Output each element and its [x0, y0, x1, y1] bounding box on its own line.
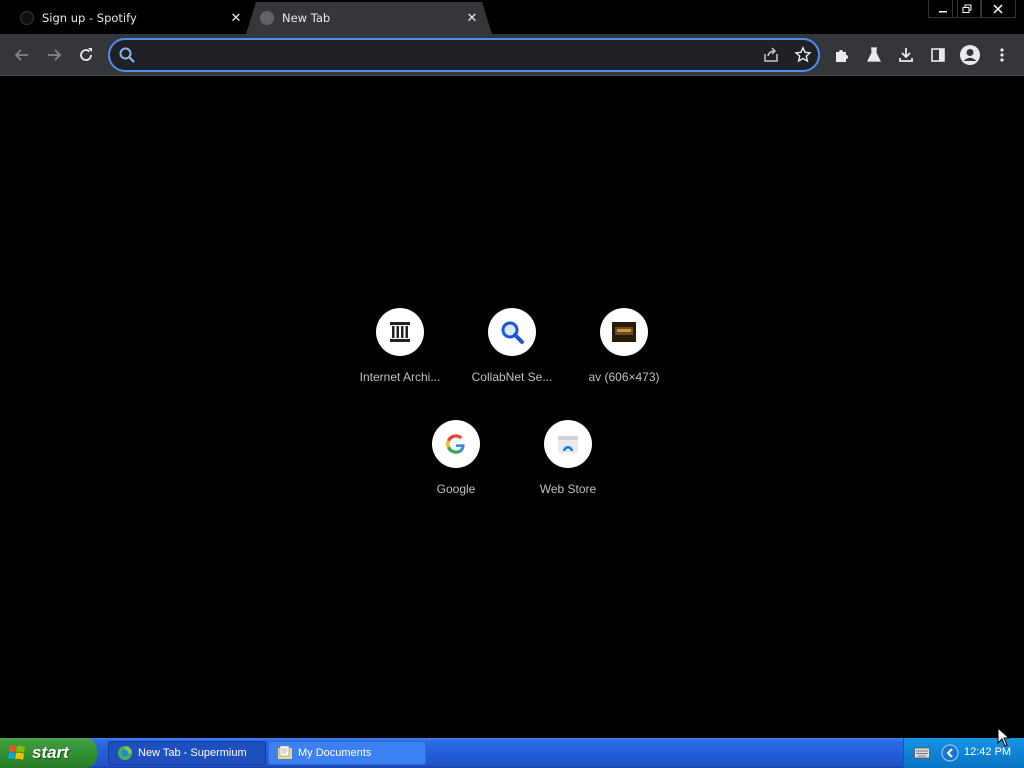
- mouse-cursor-icon: [997, 727, 1011, 747]
- tab-strip: Sign up - Spotify ✕ New Tab ✕: [0, 0, 1024, 34]
- minimize-icon: [939, 10, 947, 12]
- shortcut-label: Internet Archi...: [359, 370, 441, 384]
- downloads-button[interactable]: [894, 43, 918, 67]
- taskbar-item-label: New Tab - Supermium: [138, 747, 247, 759]
- reload-icon: [80, 48, 92, 61]
- arrow-left-icon: [14, 49, 28, 61]
- taskbar-item-my-documents[interactable]: My Documents: [268, 741, 426, 765]
- web-store-icon: [558, 436, 578, 454]
- restore-icon: [962, 4, 972, 13]
- tab-title: New Tab: [282, 11, 331, 25]
- shortcut-icon-container: [488, 308, 536, 356]
- shortcut-icon-container: [432, 420, 480, 468]
- download-icon: [899, 48, 913, 62]
- shortcut-google[interactable]: Google: [400, 414, 512, 514]
- profile-button[interactable]: [958, 43, 982, 67]
- windows-logo-icon: [8, 745, 25, 760]
- network-icon[interactable]: [941, 744, 959, 762]
- side-panel-icon: [931, 48, 945, 62]
- windows-taskbar: start New Tab - Supermium My Documents 1…: [0, 738, 1024, 768]
- shortcut-label: Web Store: [539, 482, 597, 496]
- clock: 12:42 PM: [964, 746, 1012, 758]
- omnibox[interactable]: [108, 38, 820, 72]
- back-button[interactable]: [10, 43, 34, 67]
- labs-button[interactable]: [862, 43, 886, 67]
- window-close-button[interactable]: [980, 0, 1016, 18]
- arrow-right-icon: [48, 49, 62, 61]
- avatar-icon: [960, 45, 980, 65]
- av-thumbnail-icon: [612, 322, 636, 342]
- spotify-favicon-icon: [20, 11, 34, 25]
- taskbar-item-label: My Documents: [298, 747, 372, 759]
- start-label: start: [32, 743, 69, 762]
- browser-toolbar: [0, 34, 1024, 76]
- share-icon[interactable]: [762, 46, 780, 64]
- tab-close-icon[interactable]: ✕: [464, 10, 480, 26]
- extensions-button[interactable]: [830, 43, 854, 67]
- globe-favicon-icon: [260, 11, 274, 25]
- magnifier-icon: [501, 321, 524, 344]
- shortcut-internet-archive[interactable]: Internet Archi...: [344, 302, 456, 402]
- tab-new-tab[interactable]: New Tab ✕: [246, 2, 492, 34]
- start-button[interactable]: start: [0, 738, 97, 768]
- shortcut-icon-container: [376, 308, 424, 356]
- reload-button[interactable]: [74, 43, 98, 67]
- close-icon: [993, 3, 1003, 14]
- new-tab-page: Internet Archi... CollabNet Se... av (60…: [0, 77, 1024, 738]
- search-icon: [119, 47, 135, 63]
- shortcut-label: Google: [436, 482, 476, 496]
- shortcut-web-store[interactable]: Web Store: [512, 414, 624, 514]
- google-g-icon: [446, 434, 465, 454]
- puzzle-icon: [836, 50, 848, 62]
- shortcut-label: av (606×473): [588, 370, 660, 384]
- side-panel-button[interactable]: [926, 43, 950, 67]
- shortcut-icon-container: [544, 420, 592, 468]
- tab-spotify[interactable]: Sign up - Spotify ✕: [20, 2, 246, 34]
- menu-button[interactable]: [990, 43, 1014, 67]
- supermium-icon: [118, 746, 132, 760]
- tab-close-icon[interactable]: ✕: [228, 10, 244, 26]
- forward-button[interactable]: [42, 43, 66, 67]
- window-restore-button[interactable]: [952, 0, 982, 18]
- flask-icon: [867, 47, 881, 62]
- shortcut-collabnet[interactable]: CollabNet Se...: [456, 302, 568, 402]
- kebab-menu-icon: [1000, 48, 1004, 62]
- shortcut-label: CollabNet Se...: [471, 370, 553, 384]
- bookmark-star-icon[interactable]: [794, 46, 812, 64]
- taskbar-item-browser[interactable]: New Tab - Supermium: [108, 741, 266, 765]
- tab-title: Sign up - Spotify: [42, 11, 137, 25]
- keyboard-icon[interactable]: [914, 746, 930, 760]
- shortcut-icon-container: [600, 308, 648, 356]
- address-input[interactable]: [142, 44, 742, 66]
- folder-documents-icon: [278, 745, 292, 759]
- internet-archive-icon: [390, 322, 410, 342]
- shortcut-av[interactable]: av (606×473): [568, 302, 680, 402]
